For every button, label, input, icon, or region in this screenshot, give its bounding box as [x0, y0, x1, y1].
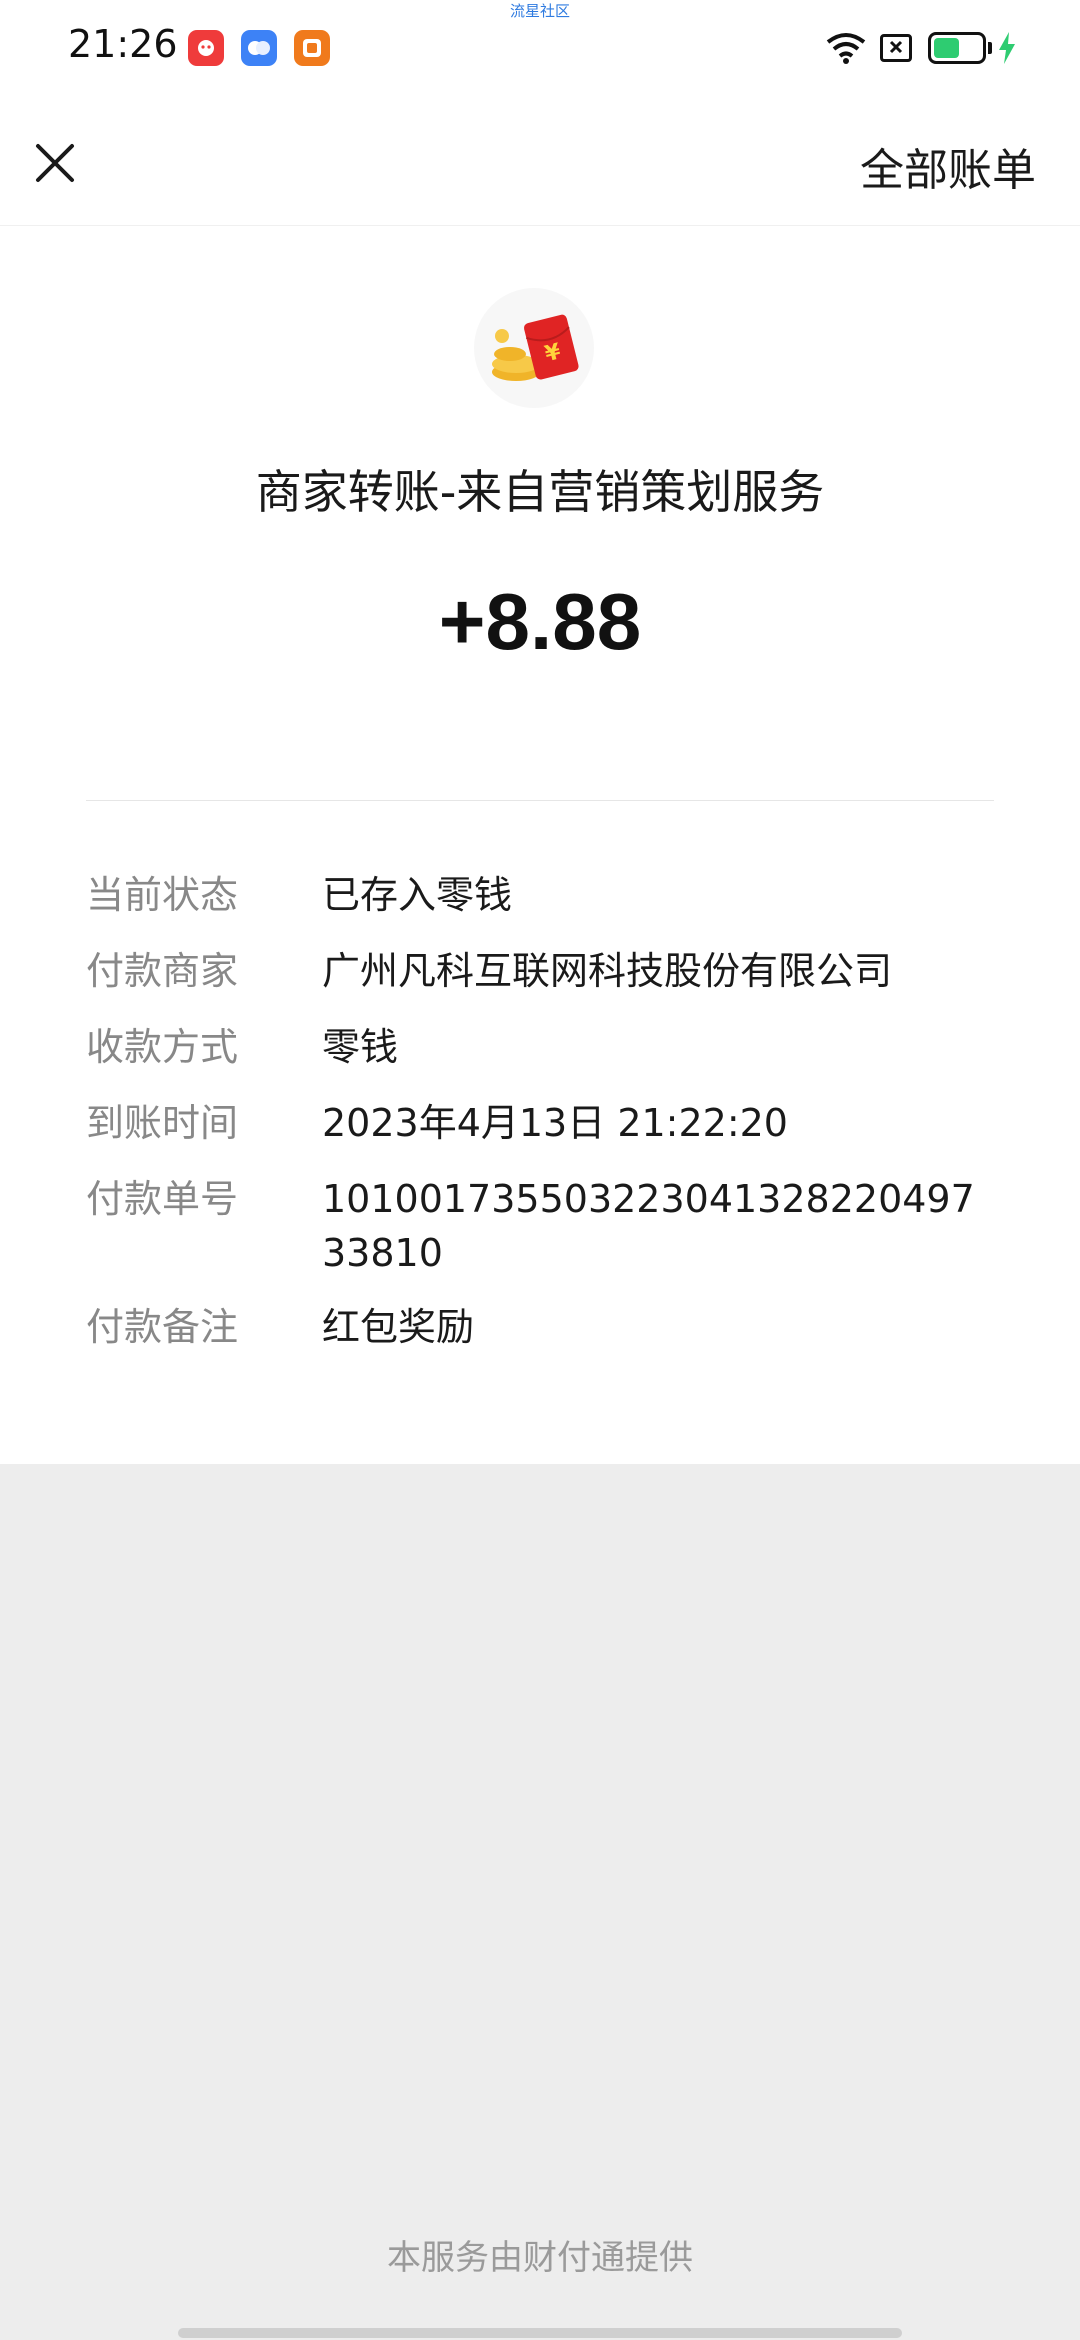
transaction-title: 商家转账-来自营销策划服务: [255, 465, 825, 519]
taobao-icon: [294, 30, 330, 66]
transaction-card: ¥ 商家转账-来自营销策划服务 +8.88 当前状态 已存入零钱 付款商家 广州…: [0, 226, 1080, 1464]
detail-row-remark: 付款备注 红包奖励: [86, 1300, 994, 1376]
transaction-amount: +8.88: [438, 577, 642, 666]
red-packet-icon: ¥: [474, 288, 594, 408]
wifi-icon: [826, 33, 866, 64]
detail-value[interactable]: 10100173550322304132822049733810: [322, 1172, 994, 1300]
detail-label: 到账时间: [86, 1101, 239, 1145]
app-notification-icon: [241, 30, 277, 66]
detail-label: 付款单号: [86, 1177, 239, 1221]
detail-row-order-number: 付款单号 10100173550322304132822049733810: [86, 1172, 994, 1300]
service-provider-note: 本服务由财付通提供: [387, 2238, 693, 2278]
transaction-details: 当前状态 已存入零钱 付款商家 广州凡科互联网科技股份有限公司 收款方式 零钱 …: [86, 868, 994, 1376]
divider: [86, 800, 994, 801]
all-bills-link[interactable]: 全部账单: [860, 134, 1036, 198]
status-time: 21:26: [68, 22, 178, 66]
detail-label: 付款商家: [86, 949, 239, 993]
battery-tip: [988, 42, 992, 54]
detail-value: 红包奖励: [322, 1305, 475, 1349]
detail-row-time: 到账时间 2023年4月13日 21:22:20: [86, 1096, 994, 1172]
detail-value: 零钱: [322, 1025, 399, 1069]
battery-icon: [928, 32, 986, 64]
watermark: 流星社区: [509, 2, 570, 20]
detail-label: 付款备注: [86, 1305, 239, 1349]
status-bar: 流星社区 21:26: [0, 0, 1080, 96]
charging-icon: [999, 32, 1015, 64]
detail-value: 已存入零钱: [322, 873, 513, 917]
nav-bar: 全部账单: [0, 96, 1080, 226]
close-icon: [36, 144, 74, 182]
no-sim-icon: [880, 34, 912, 62]
detail-label: 当前状态: [86, 873, 239, 917]
close-button[interactable]: [24, 132, 86, 194]
detail-row-status: 当前状态 已存入零钱: [86, 868, 994, 944]
detail-value[interactable]: 广州凡科互联网科技股份有限公司: [322, 944, 994, 1020]
detail-row-merchant: 付款商家 广州凡科互联网科技股份有限公司: [86, 944, 994, 1020]
detail-row-method: 收款方式 零钱: [86, 1020, 994, 1096]
battery-level: [934, 38, 960, 58]
app-notification-icon: [188, 30, 224, 66]
detail-value: 2023年4月13日 21:22:20: [322, 1101, 788, 1145]
home-indicator[interactable]: [178, 2328, 902, 2338]
detail-label: 收款方式: [86, 1025, 239, 1069]
